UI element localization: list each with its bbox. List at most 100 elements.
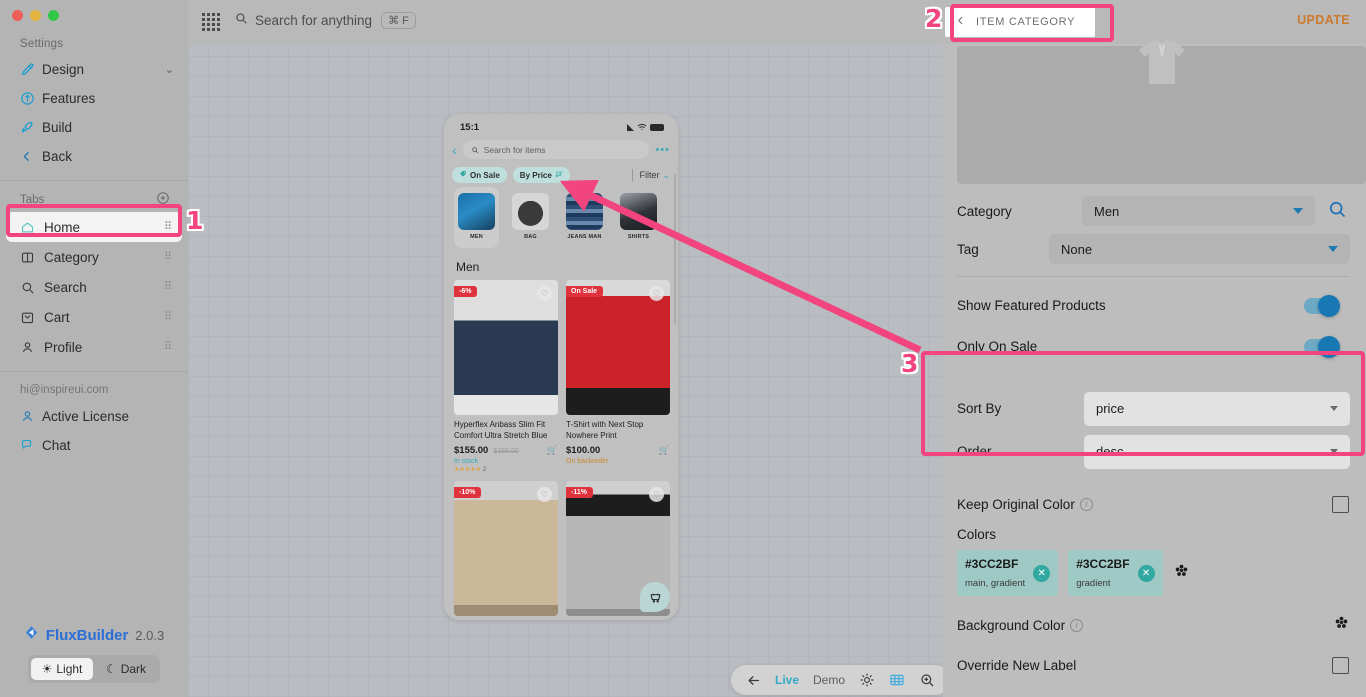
sort-by-select[interactable]: price bbox=[1084, 392, 1350, 426]
drag-handle-icon[interactable]: ⠿ bbox=[164, 254, 172, 261]
category-search-icon[interactable] bbox=[1327, 199, 1347, 224]
phone-scrollbar[interactable] bbox=[674, 174, 676, 324]
sidebar-item-cart[interactable]: Cart ⠿ bbox=[6, 302, 182, 332]
show-featured-toggle[interactable] bbox=[1304, 298, 1338, 314]
keep-original-color-checkbox[interactable] bbox=[1332, 496, 1349, 513]
update-button[interactable]: UPDATE bbox=[1297, 13, 1350, 27]
sidebar-item-home[interactable]: Home ⠿ bbox=[6, 212, 182, 242]
close-window-button[interactable] bbox=[12, 10, 23, 21]
status-time: 15:1 bbox=[460, 122, 479, 133]
category-card-bag[interactable]: BAG bbox=[508, 193, 553, 248]
sidebar-item-chat[interactable]: Chat bbox=[0, 431, 188, 460]
search-shortcut-badge: ⌘ F bbox=[381, 12, 416, 29]
theme-dark-button[interactable]: ☾ Dark bbox=[95, 658, 157, 680]
add-to-cart-icon[interactable]: 🛒 bbox=[659, 445, 670, 456]
tabs-section-header: Tabs bbox=[0, 181, 188, 212]
product-card[interactable]: On Sale ♡ T-Shirt with Next Stop Nowhere… bbox=[566, 280, 670, 473]
close-icon[interactable]: ✕ bbox=[1033, 565, 1050, 582]
drag-handle-icon[interactable]: ⠿ bbox=[164, 344, 172, 351]
build-rocket-icon bbox=[20, 120, 42, 135]
phone-back-icon[interactable]: ‹ bbox=[452, 142, 457, 158]
add-to-cart-icon[interactable]: 🛒 bbox=[547, 445, 558, 456]
product-old-price: $165.00 bbox=[493, 448, 518, 455]
product-stock: On backorder bbox=[566, 458, 670, 465]
status-icons bbox=[627, 118, 664, 136]
minimize-window-button[interactable] bbox=[30, 10, 41, 21]
wishlist-heart-icon[interactable]: ♡ bbox=[537, 286, 552, 301]
show-featured-row: Show Featured Products bbox=[957, 285, 1366, 326]
info-icon[interactable]: i bbox=[1070, 619, 1083, 632]
phone-status-bar: 15:1 bbox=[444, 114, 678, 136]
colors-label: Colors bbox=[957, 527, 1366, 542]
account-email: hi@inspireui.com bbox=[0, 372, 188, 402]
info-icon[interactable]: i bbox=[1080, 498, 1093, 511]
global-search-placeholder: Search for anything bbox=[255, 13, 372, 28]
apps-grid-icon[interactable] bbox=[202, 13, 220, 31]
add-circle-icon[interactable] bbox=[156, 191, 170, 208]
theme-dark-label: Dark bbox=[121, 662, 146, 676]
tag-select[interactable]: None bbox=[1049, 234, 1350, 264]
theme-light-button[interactable]: ☀ Light bbox=[31, 658, 93, 680]
sidebar-item-features[interactable]: Features bbox=[0, 84, 188, 113]
wishlist-heart-icon[interactable]: ♡ bbox=[649, 487, 664, 502]
phone-cart-fab[interactable] bbox=[640, 582, 670, 612]
order-select[interactable]: desc bbox=[1084, 435, 1350, 469]
zoom-in-icon[interactable] bbox=[919, 672, 935, 688]
product-card[interactable]: -6% ♡ Hyperflex Anbass Slim Fit Comfort … bbox=[454, 280, 558, 473]
phone-search-input[interactable]: Search for items bbox=[463, 140, 650, 159]
color-chip-hex: #3CC2BF bbox=[1076, 557, 1129, 571]
wishlist-heart-icon[interactable]: ♡ bbox=[649, 286, 664, 301]
category-select[interactable]: Men bbox=[1082, 196, 1315, 226]
sidebar-item-back[interactable]: Back bbox=[0, 142, 188, 171]
sidebar-item-active-license-label: Active License bbox=[42, 409, 174, 424]
maximize-window-button[interactable] bbox=[48, 10, 59, 21]
tabs-section-label: Tabs bbox=[20, 194, 44, 206]
product-badge: -11% bbox=[566, 487, 593, 498]
wishlist-heart-icon[interactable]: ♡ bbox=[537, 487, 552, 502]
more-dots-icon[interactable]: ••• bbox=[655, 144, 670, 156]
only-on-sale-toggle[interactable] bbox=[1304, 339, 1338, 355]
battery-icon bbox=[650, 124, 664, 131]
color-chip[interactable]: #3CC2BF main, gradient ✕ bbox=[957, 550, 1058, 596]
order-row: Order desc bbox=[957, 430, 1366, 473]
item-category-pill[interactable]: ITEM CATEGORY bbox=[945, 7, 1095, 37]
preview-live-tab[interactable]: Live bbox=[775, 673, 799, 687]
chat-bubble-icon bbox=[20, 438, 42, 453]
drag-handle-icon[interactable]: ⠿ bbox=[164, 314, 172, 321]
sidebar-item-build[interactable]: Build bbox=[0, 113, 188, 142]
close-icon[interactable]: ✕ bbox=[1138, 565, 1155, 582]
product-price: $100.00 bbox=[566, 445, 600, 456]
phone-filter-button[interactable]: Filter ⌄ bbox=[639, 170, 670, 181]
category-card-shirts[interactable]: SHIRTS bbox=[616, 193, 661, 248]
preview-demo-tab[interactable]: Demo bbox=[813, 673, 845, 687]
sidebar-item-profile[interactable]: Profile ⠿ bbox=[6, 332, 182, 362]
sun-icon[interactable] bbox=[859, 672, 875, 688]
color-chip[interactable]: #3CC2BF gradient ✕ bbox=[1068, 550, 1162, 596]
drag-handle-icon[interactable]: ⠿ bbox=[164, 224, 172, 231]
category-image-placeholder[interactable] bbox=[957, 46, 1366, 184]
chip-on-sale[interactable]: On Sale bbox=[452, 167, 507, 183]
category-card-men[interactable]: MEN bbox=[454, 187, 499, 248]
global-search-input[interactable]: Search for anything ⌘ F bbox=[234, 11, 416, 30]
back-arrow-icon[interactable] bbox=[746, 673, 761, 688]
chip-by-price[interactable]: By Price bbox=[513, 167, 570, 183]
product-card[interactable]: -10% ♡ bbox=[454, 481, 558, 616]
override-new-label-checkbox[interactable] bbox=[1332, 657, 1349, 674]
color-chip-roles: main, gradient bbox=[965, 578, 1025, 589]
product-badge: -10% bbox=[454, 487, 481, 498]
sidebar-item-category-label: Category bbox=[44, 250, 164, 265]
chevron-left-icon[interactable] bbox=[955, 13, 966, 31]
sidebar-item-category[interactable]: Category ⠿ bbox=[6, 242, 182, 272]
sidebar-item-search[interactable]: Search ⠿ bbox=[6, 272, 182, 302]
color-palette-icon[interactable] bbox=[1173, 562, 1190, 584]
color-palette-icon[interactable] bbox=[1333, 614, 1350, 636]
grid-icon[interactable] bbox=[889, 672, 905, 688]
sidebar-item-active-license[interactable]: Active License bbox=[0, 402, 188, 431]
sidebar-item-design[interactable]: Design ⌄ bbox=[0, 55, 188, 84]
item-category-label: ITEM CATEGORY bbox=[976, 16, 1075, 28]
product-price-row: $155.00 $165.00 🛒 bbox=[454, 445, 558, 456]
category-card-jeans-man[interactable]: JEANS MAN bbox=[562, 193, 607, 248]
tag-field-row: Tag None bbox=[957, 230, 1366, 268]
drag-handle-icon[interactable]: ⠿ bbox=[164, 284, 172, 291]
theme-switch: ☀ Light ☾ Dark bbox=[28, 655, 160, 683]
